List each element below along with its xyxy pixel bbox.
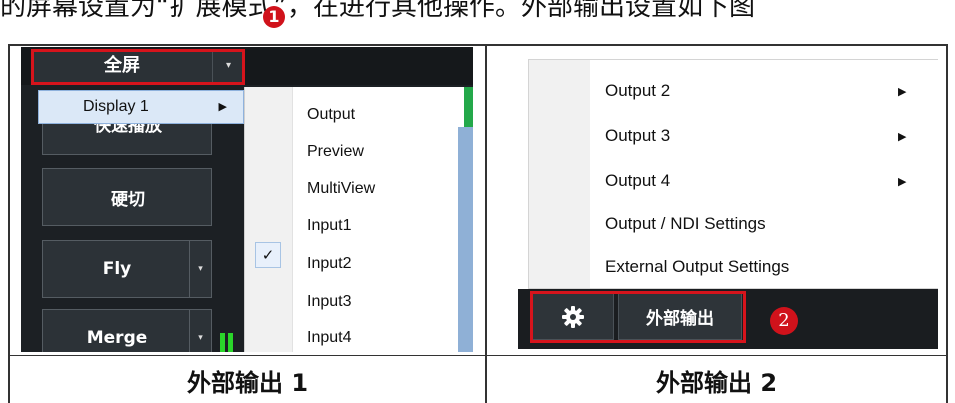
panel-external-output-2: Output 2 ▶ Output 3 ▶ Output 4 ▶ Output … bbox=[518, 47, 938, 349]
highlight-box-fullscreen bbox=[31, 49, 245, 85]
display-1-label: Display 1 bbox=[83, 98, 149, 115]
fly-chevron-down-icon[interactable]: ▾ bbox=[189, 241, 211, 297]
audio-meter-right bbox=[228, 333, 233, 352]
submenu-arrow-icon: ▶ bbox=[218, 101, 227, 113]
submenu-item-output[interactable]: Output bbox=[307, 106, 355, 124]
cut-label: 硬切 bbox=[111, 189, 145, 210]
table-border-right bbox=[946, 44, 948, 403]
bottom-toolbar: 外部输出 2 bbox=[518, 289, 938, 349]
submenu-item-input3[interactable]: Input3 bbox=[307, 293, 351, 311]
submenu-item-preview[interactable]: Preview bbox=[307, 143, 364, 161]
caption-external-output-1: 外部输出 1 bbox=[186, 369, 309, 397]
submenu-gutter bbox=[245, 87, 293, 352]
merge-button[interactable]: Merge ▾ bbox=[42, 309, 212, 352]
submenu-item-input2[interactable]: Input2 bbox=[307, 255, 351, 273]
table-border-middle bbox=[485, 44, 487, 403]
table-border-top bbox=[8, 44, 948, 46]
panel-external-output-1: 全屏 ▾ 快速播放 硬切 Fly ▾ Merge ▾ Display 1 ▶ ✓… bbox=[21, 47, 473, 352]
menu-item-output-2[interactable]: Output 2 bbox=[605, 81, 670, 101]
preview-edge-green bbox=[464, 87, 473, 127]
highlight-box-external-output bbox=[530, 291, 746, 343]
output-3-submenu-arrow-icon: ▶ bbox=[898, 130, 907, 143]
table-border-left bbox=[8, 44, 10, 403]
caption-external-output-2: 外部输出 2 bbox=[655, 369, 778, 397]
table-row-divider bbox=[8, 355, 948, 356]
menu-item-output-ndi-settings[interactable]: Output / NDI Settings bbox=[605, 214, 766, 234]
step-badge-2: 2 bbox=[770, 307, 798, 335]
step-badge-1: 1 bbox=[263, 6, 285, 28]
preview-edge-blue bbox=[458, 127, 473, 352]
top-caption-text: 的屏幕设置为“扩展模式”，在进行其他操作。外部输出设置如下图 bbox=[0, 0, 755, 22]
submenu-item-multiview[interactable]: MultiView bbox=[307, 180, 375, 198]
submenu-item-input4[interactable]: Input4 bbox=[307, 329, 351, 347]
output-4-submenu-arrow-icon: ▶ bbox=[898, 175, 907, 188]
menu-item-display-1[interactable]: Display 1 ▶ bbox=[38, 90, 244, 124]
menu-item-output-3[interactable]: Output 3 bbox=[605, 126, 670, 146]
output-2-submenu-arrow-icon: ▶ bbox=[898, 85, 907, 98]
menu-item-output-4[interactable]: Output 4 bbox=[605, 171, 670, 191]
menu-item-external-output-settings[interactable]: External Output Settings bbox=[605, 257, 789, 277]
submenu-item-input1[interactable]: Input1 bbox=[307, 217, 351, 235]
fly-label: Fly bbox=[102, 259, 132, 279]
context-menu bbox=[528, 59, 938, 289]
merge-label: Merge bbox=[86, 328, 148, 348]
display-submenu: ✓ Output Preview MultiView Input1 Input2… bbox=[244, 87, 473, 352]
cut-button[interactable]: 硬切 bbox=[42, 168, 212, 226]
merge-chevron-down-icon[interactable]: ▾ bbox=[189, 310, 211, 352]
checkmark-icon: ✓ bbox=[255, 242, 281, 268]
audio-meter-left bbox=[220, 333, 225, 352]
fly-button[interactable]: Fly ▾ bbox=[42, 240, 212, 298]
